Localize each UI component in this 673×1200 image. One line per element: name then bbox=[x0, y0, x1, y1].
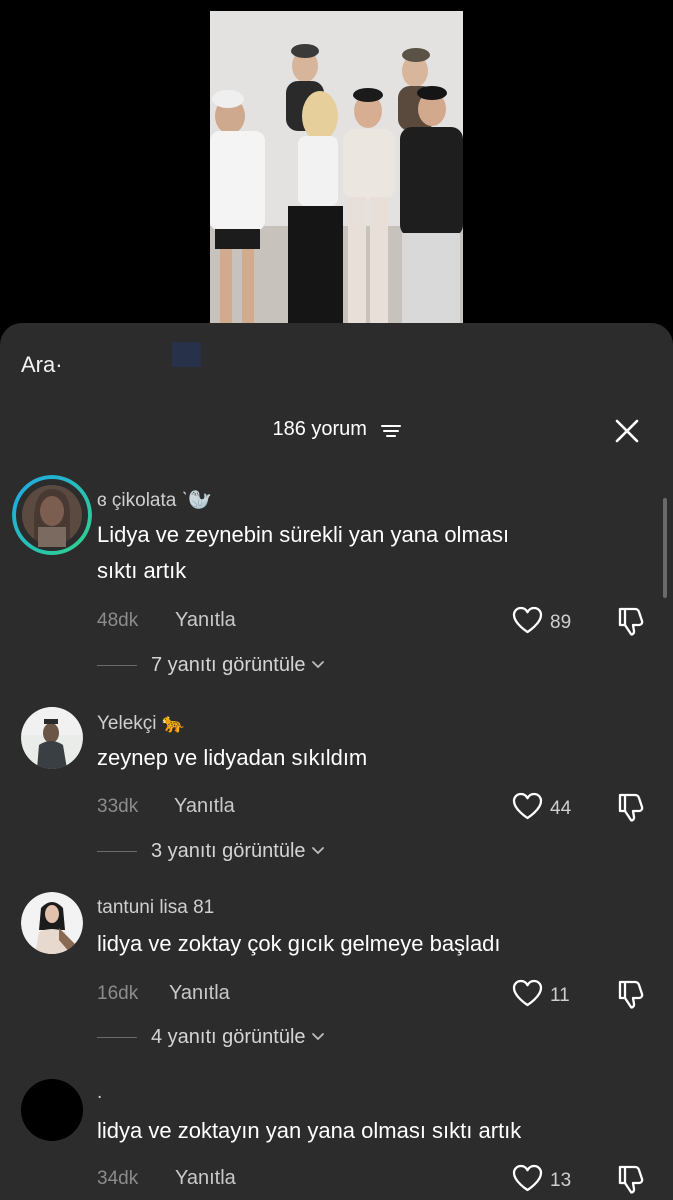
thumbs-down-icon[interactable] bbox=[614, 978, 646, 1015]
avatar[interactable] bbox=[21, 892, 83, 954]
replies-divider bbox=[97, 665, 137, 666]
like-count: 11 bbox=[550, 984, 570, 1006]
comment-text: Lidya ve zeynebin sürekli yan yana olmas… bbox=[97, 517, 637, 589]
comments-header: 186 yorum bbox=[0, 418, 673, 441]
comment-count: 186 yorum bbox=[272, 418, 367, 441]
thumbs-down-icon[interactable] bbox=[614, 791, 646, 828]
like-button[interactable]: 13 bbox=[512, 1164, 571, 1197]
comment-text-line: Lidya ve zeynebin sürekli yan yana olmas… bbox=[97, 522, 510, 547]
replies-divider bbox=[97, 851, 137, 852]
comment-username[interactable]: . bbox=[97, 1082, 102, 1104]
comment-text: zeynep ve lidyadan sıkıldım bbox=[97, 740, 637, 776]
view-replies-label: 4 yanıtı görüntüle bbox=[151, 1026, 306, 1048]
heart-outline-icon bbox=[512, 1164, 543, 1197]
reply-button[interactable]: Yanıtla bbox=[169, 982, 230, 1005]
comment-time: 33dk bbox=[97, 796, 139, 817]
view-replies-button[interactable]: 3 yanıtı görüntüle bbox=[97, 840, 325, 863]
comment-text-line: lidya ve zoktay çok gıcık gelmeye başlad… bbox=[97, 931, 501, 956]
scrollbar[interactable] bbox=[663, 498, 667, 598]
view-replies-label: 3 yanıtı görüntüle bbox=[151, 840, 306, 862]
search-label[interactable]: Ara· bbox=[21, 352, 63, 378]
heart-outline-icon bbox=[512, 979, 543, 1012]
avatar[interactable] bbox=[21, 707, 83, 769]
heart-outline-icon bbox=[512, 792, 543, 825]
like-count: 89 bbox=[550, 611, 572, 633]
chevron-down-icon bbox=[311, 657, 325, 675]
thumbs-down-icon[interactable] bbox=[614, 605, 646, 642]
chevron-down-icon bbox=[311, 1029, 325, 1047]
like-button[interactable]: 11 bbox=[512, 979, 570, 1012]
filter-lines-icon[interactable] bbox=[380, 422, 401, 438]
like-button[interactable]: 44 bbox=[512, 792, 571, 825]
heart-outline-icon bbox=[512, 606, 543, 639]
thumbs-down-icon[interactable] bbox=[614, 1163, 646, 1200]
comment-text-line: sıktı artık bbox=[97, 558, 187, 583]
comment-time: 48dk bbox=[97, 610, 139, 631]
like-count: 13 bbox=[550, 1169, 572, 1191]
video-thumbnail[interactable] bbox=[210, 11, 463, 323]
reply-button[interactable]: Yanıtla bbox=[175, 1167, 236, 1190]
avatar[interactable] bbox=[21, 1079, 83, 1141]
view-replies-button[interactable]: 7 yanıtı görüntüle bbox=[97, 654, 325, 677]
view-replies-label: 7 yanıtı görüntüle bbox=[151, 654, 306, 676]
comment-username[interactable]: Yelekçi 🐆 bbox=[97, 711, 185, 735]
replies-divider bbox=[97, 1037, 137, 1038]
view-replies-button[interactable]: 4 yanıtı görüntüle bbox=[97, 1026, 325, 1049]
like-count: 44 bbox=[550, 797, 572, 819]
avatar[interactable] bbox=[12, 475, 92, 555]
chevron-down-icon bbox=[311, 843, 325, 861]
comment-username[interactable]: tantuni lisa 81 bbox=[97, 897, 214, 919]
video-area[interactable] bbox=[0, 0, 673, 330]
comment-text: lidya ve zoktayın yan yana olması sıktı … bbox=[97, 1113, 637, 1149]
close-icon[interactable] bbox=[613, 417, 641, 445]
comment-username[interactable]: ɞ çikolata ˋ🦭 bbox=[97, 488, 212, 512]
comment-time: 34dk bbox=[97, 1168, 139, 1189]
like-button[interactable]: 89 bbox=[512, 606, 571, 639]
comment-time: 16dk bbox=[97, 983, 139, 1004]
search-thumbnail bbox=[172, 342, 201, 367]
comment-text-line: lidya ve zoktayın yan yana olması sıktı … bbox=[97, 1118, 522, 1143]
comment-text-line: zeynep ve lidyadan sıkıldım bbox=[97, 745, 368, 770]
comment-text: lidya ve zoktay çok gıcık gelmeye başlad… bbox=[97, 926, 637, 962]
reply-button[interactable]: Yanıtla bbox=[174, 795, 235, 818]
reply-button[interactable]: Yanıtla bbox=[175, 609, 236, 632]
